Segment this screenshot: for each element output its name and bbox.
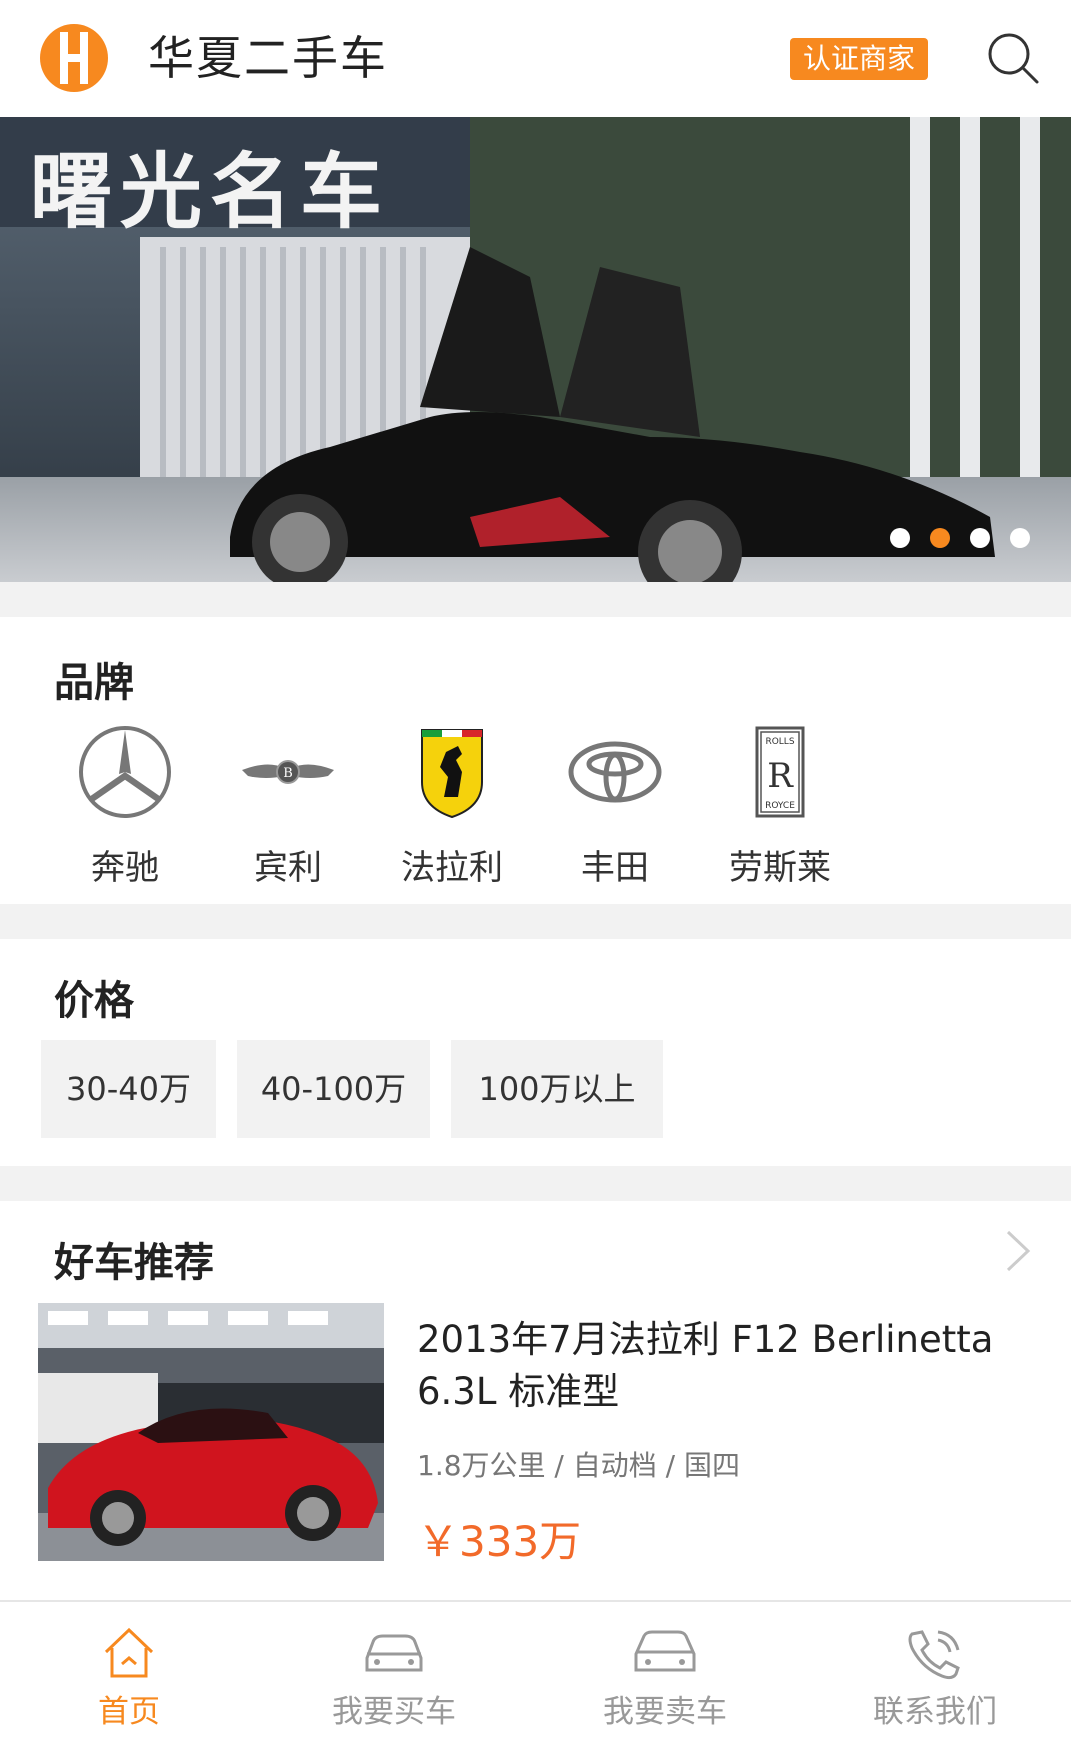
- recommend-section-title: 好车推荐: [54, 1240, 214, 1286]
- carousel-dot-active[interactable]: [930, 528, 950, 548]
- car-meta: 1.8万公里 / 自动档 / 国四: [417, 1449, 740, 1482]
- brand-item-rolls-royce[interactable]: ROLLS R ROYCE 劳斯莱: [700, 722, 860, 892]
- mercedes-logo-icon: [79, 726, 171, 818]
- brand-label: 法拉利: [401, 848, 503, 888]
- svg-text:ROYCE: ROYCE: [765, 801, 795, 811]
- tab-home[interactable]: 首页: [29, 1602, 229, 1738]
- price-chip-40-100[interactable]: 40-100万: [237, 1040, 430, 1138]
- car-price: ￥333万: [417, 1517, 582, 1566]
- carousel-dot[interactable]: [970, 528, 990, 548]
- home-icon: [104, 1627, 154, 1678]
- banner-sign-text: 曙光名车: [30, 144, 391, 240]
- phone-icon: [908, 1630, 960, 1680]
- brand-item-toyota[interactable]: 丰田: [535, 722, 695, 892]
- tab-buy-car[interactable]: 我要买车: [294, 1602, 494, 1738]
- price-section-title: 价格: [54, 978, 134, 1024]
- brand-label: 丰田: [581, 848, 649, 888]
- app-logo-icon[interactable]: [36, 22, 112, 94]
- car-thumbnail[interactable]: [38, 1303, 384, 1561]
- brand-label: 劳斯莱: [729, 848, 831, 888]
- chevron-right-icon[interactable]: [1002, 1228, 1032, 1274]
- certified-dealer-button[interactable]: 认证商家: [790, 38, 928, 80]
- svg-text:R: R: [767, 756, 794, 796]
- tab-label: 我要买车: [332, 1694, 456, 1730]
- price-chip-100-plus[interactable]: 100万以上: [451, 1040, 663, 1138]
- bentley-logo-icon: B: [242, 760, 334, 784]
- car-title[interactable]: 2013年7月法拉利 F12 Berlinetta 6.3L 标准型: [417, 1314, 1037, 1418]
- rolls-royce-logo-icon: ROLLS R ROYCE: [755, 726, 805, 818]
- tab-sell-car[interactable]: 我要卖车: [565, 1602, 765, 1738]
- toyota-logo-icon: [568, 741, 662, 803]
- brand-label: 奔驰: [91, 848, 159, 888]
- brand-section-title: 品牌: [54, 660, 134, 706]
- app-title: 华夏二手车: [148, 31, 388, 85]
- carousel-dot[interactable]: [1010, 528, 1030, 548]
- car-photo: [38, 1303, 384, 1561]
- app-header: 华夏二手车 认证商家: [0, 0, 1071, 117]
- car-front-icon: [365, 1634, 423, 1672]
- tab-contact-us[interactable]: 联系我们: [835, 1602, 1035, 1738]
- brand-item-ferrari[interactable]: 法拉利: [372, 722, 532, 892]
- section-divider: [0, 904, 1071, 939]
- ferrari-logo-icon: [421, 729, 483, 819]
- hero-banner[interactable]: 曙光名车: [0, 117, 1071, 582]
- price-chip-30-40[interactable]: 30-40万: [41, 1040, 216, 1138]
- section-divider: [0, 1166, 1071, 1201]
- car-side-icon: [634, 1630, 696, 1672]
- tab-label: 我要卖车: [603, 1694, 727, 1730]
- tab-label: 首页: [98, 1694, 160, 1730]
- carousel-dot[interactable]: [890, 528, 910, 548]
- brand-item-bentley[interactable]: B 宾利: [208, 722, 368, 892]
- bottom-tab-bar: 首页 我要买车 我要卖车 联系我们: [0, 1600, 1071, 1738]
- search-icon[interactable]: [985, 30, 1041, 86]
- section-divider: [0, 582, 1071, 617]
- tab-label: 联系我们: [873, 1694, 997, 1730]
- brand-label: 宾利: [254, 848, 322, 888]
- svg-text:ROLLS: ROLLS: [765, 737, 794, 747]
- svg-text:B: B: [283, 766, 293, 781]
- brand-item-mercedes[interactable]: 奔驰: [45, 722, 205, 892]
